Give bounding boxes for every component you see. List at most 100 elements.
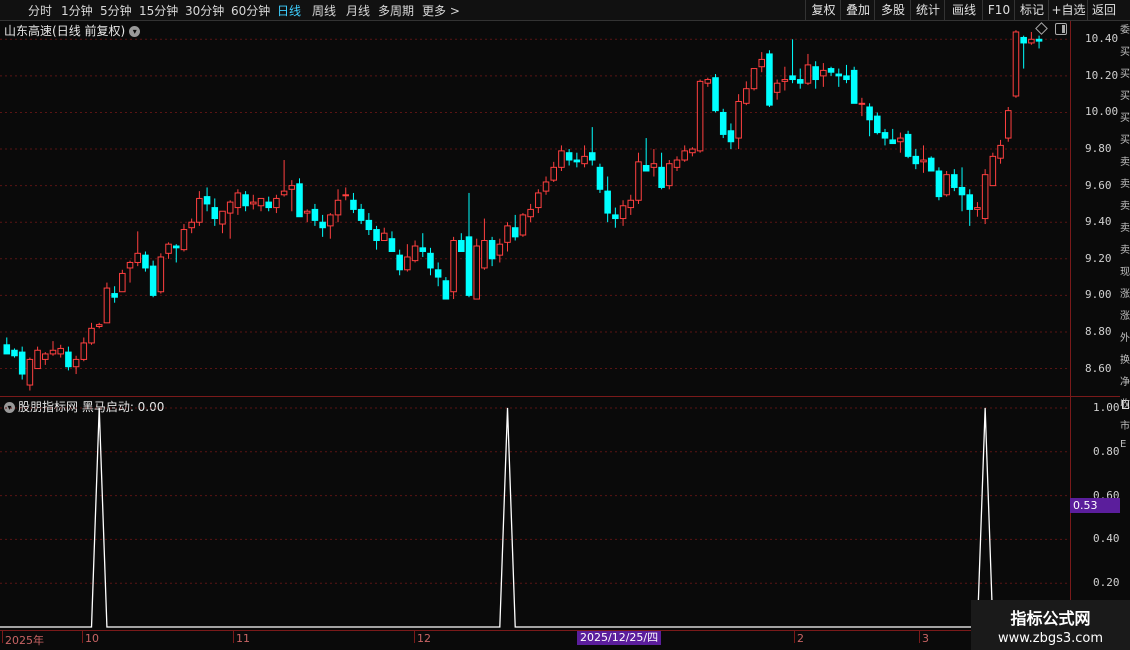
candle xyxy=(958,167,966,212)
tool-button-3[interactable]: 统计 xyxy=(910,0,945,20)
period-tab-2[interactable]: 5分钟 xyxy=(100,2,132,19)
candle-body xyxy=(935,170,943,198)
candle-body xyxy=(496,243,504,256)
candle xyxy=(3,337,11,355)
period-tab-3[interactable]: 15分钟 xyxy=(139,2,178,19)
candle-body xyxy=(997,144,1004,159)
candle xyxy=(103,282,111,324)
date-tick-label: 10 xyxy=(85,632,99,645)
period-tab-10[interactable]: 更多 > xyxy=(422,2,460,19)
candle-body xyxy=(619,205,627,220)
period-tab-0[interactable]: 分时 xyxy=(28,2,52,19)
quote-glyph: 买 xyxy=(1120,91,1130,102)
price-tick-label: 9.60 xyxy=(1085,178,1112,192)
candle xyxy=(265,196,272,212)
tool-button-1[interactable]: 叠加 xyxy=(840,0,875,20)
candle-body xyxy=(257,197,265,207)
candle xyxy=(558,145,565,171)
candle xyxy=(511,214,519,241)
candle-body xyxy=(172,245,180,249)
candle-body xyxy=(696,80,704,152)
tool-button-8[interactable]: 返回 xyxy=(1087,0,1120,20)
candle-body xyxy=(927,157,935,172)
candle-body xyxy=(342,194,350,197)
candle xyxy=(396,249,403,276)
candle xyxy=(250,194,257,210)
candle-body xyxy=(681,150,688,161)
candle-body xyxy=(912,155,920,165)
candle-body xyxy=(550,166,558,181)
candle xyxy=(588,127,596,166)
candle xyxy=(642,138,650,172)
indicator-chart[interactable] xyxy=(0,397,1070,629)
quote-glyph: E xyxy=(1120,439,1127,450)
candle xyxy=(889,128,896,145)
candle-body xyxy=(380,232,388,242)
tool-button-6[interactable]: 标记 xyxy=(1014,0,1049,20)
candle-body xyxy=(280,190,288,196)
quote-glyph: 卖 xyxy=(1120,201,1130,212)
candle xyxy=(1035,35,1043,49)
candle-body xyxy=(897,137,904,143)
candle-body xyxy=(519,214,527,236)
candle-body xyxy=(404,256,411,271)
tool-button-7[interactable]: +自选 xyxy=(1048,0,1088,20)
current-value-badge: 0.53 xyxy=(1070,498,1120,513)
candle-body xyxy=(750,68,758,90)
candle-body xyxy=(442,280,450,300)
candle-body xyxy=(689,148,696,154)
candle xyxy=(319,214,326,237)
candle xyxy=(981,169,989,225)
candle-body xyxy=(843,75,850,81)
candle xyxy=(404,244,411,272)
candle-body xyxy=(126,261,134,269)
candle xyxy=(80,337,88,362)
period-tab-1[interactable]: 1分钟 xyxy=(61,2,93,19)
candle-body xyxy=(712,77,719,112)
candle xyxy=(303,209,311,223)
watermark-url: www.zbgs3.com xyxy=(997,631,1104,646)
tool-button-0[interactable]: 复权 xyxy=(805,0,841,20)
candle-body xyxy=(57,347,64,355)
quote-panel-edge: 委买买买买买卖卖卖卖卖现涨涨外换净收市E xyxy=(1120,21,1130,631)
candle xyxy=(966,189,974,226)
candle-body xyxy=(242,194,249,207)
candle xyxy=(673,156,681,171)
period-tab-5[interactable]: 60分钟 xyxy=(231,2,270,19)
candle xyxy=(989,152,997,187)
candle xyxy=(565,149,573,166)
tool-button-5[interactable]: F10 xyxy=(982,0,1015,20)
candle-body xyxy=(226,201,234,214)
candle xyxy=(188,218,195,234)
indicator-line xyxy=(0,407,1070,628)
period-tab-4[interactable]: 30分钟 xyxy=(185,2,224,19)
candle-body xyxy=(149,265,157,296)
candle-body xyxy=(1035,38,1043,42)
candle-body xyxy=(504,225,511,243)
candle xyxy=(997,139,1004,164)
candlestick-chart[interactable] xyxy=(0,21,1070,396)
candle xyxy=(727,123,735,150)
period-tab-7[interactable]: 周线 xyxy=(312,2,336,19)
candle xyxy=(766,50,773,107)
candle xyxy=(481,218,488,270)
quote-glyph: 涨 xyxy=(1120,289,1130,300)
candle-body xyxy=(612,214,619,220)
candle-body xyxy=(866,106,873,121)
candle xyxy=(342,187,350,201)
candle xyxy=(157,253,165,294)
candle xyxy=(535,189,542,214)
period-tab-6[interactable]: 日线 xyxy=(277,2,301,19)
candle-body xyxy=(334,199,342,216)
period-tab-8[interactable]: 月线 xyxy=(346,2,370,19)
tool-button-4[interactable]: 画线 xyxy=(944,0,983,20)
candle-body xyxy=(588,152,596,161)
candle-body xyxy=(296,183,303,218)
candle xyxy=(750,68,758,91)
candle-body xyxy=(581,155,588,165)
candle-body xyxy=(11,349,18,357)
candle-body xyxy=(604,190,611,214)
tool-button-2[interactable]: 多股 xyxy=(874,0,911,20)
candle-body xyxy=(481,240,488,269)
period-tab-9[interactable]: 多周期 xyxy=(378,2,414,19)
